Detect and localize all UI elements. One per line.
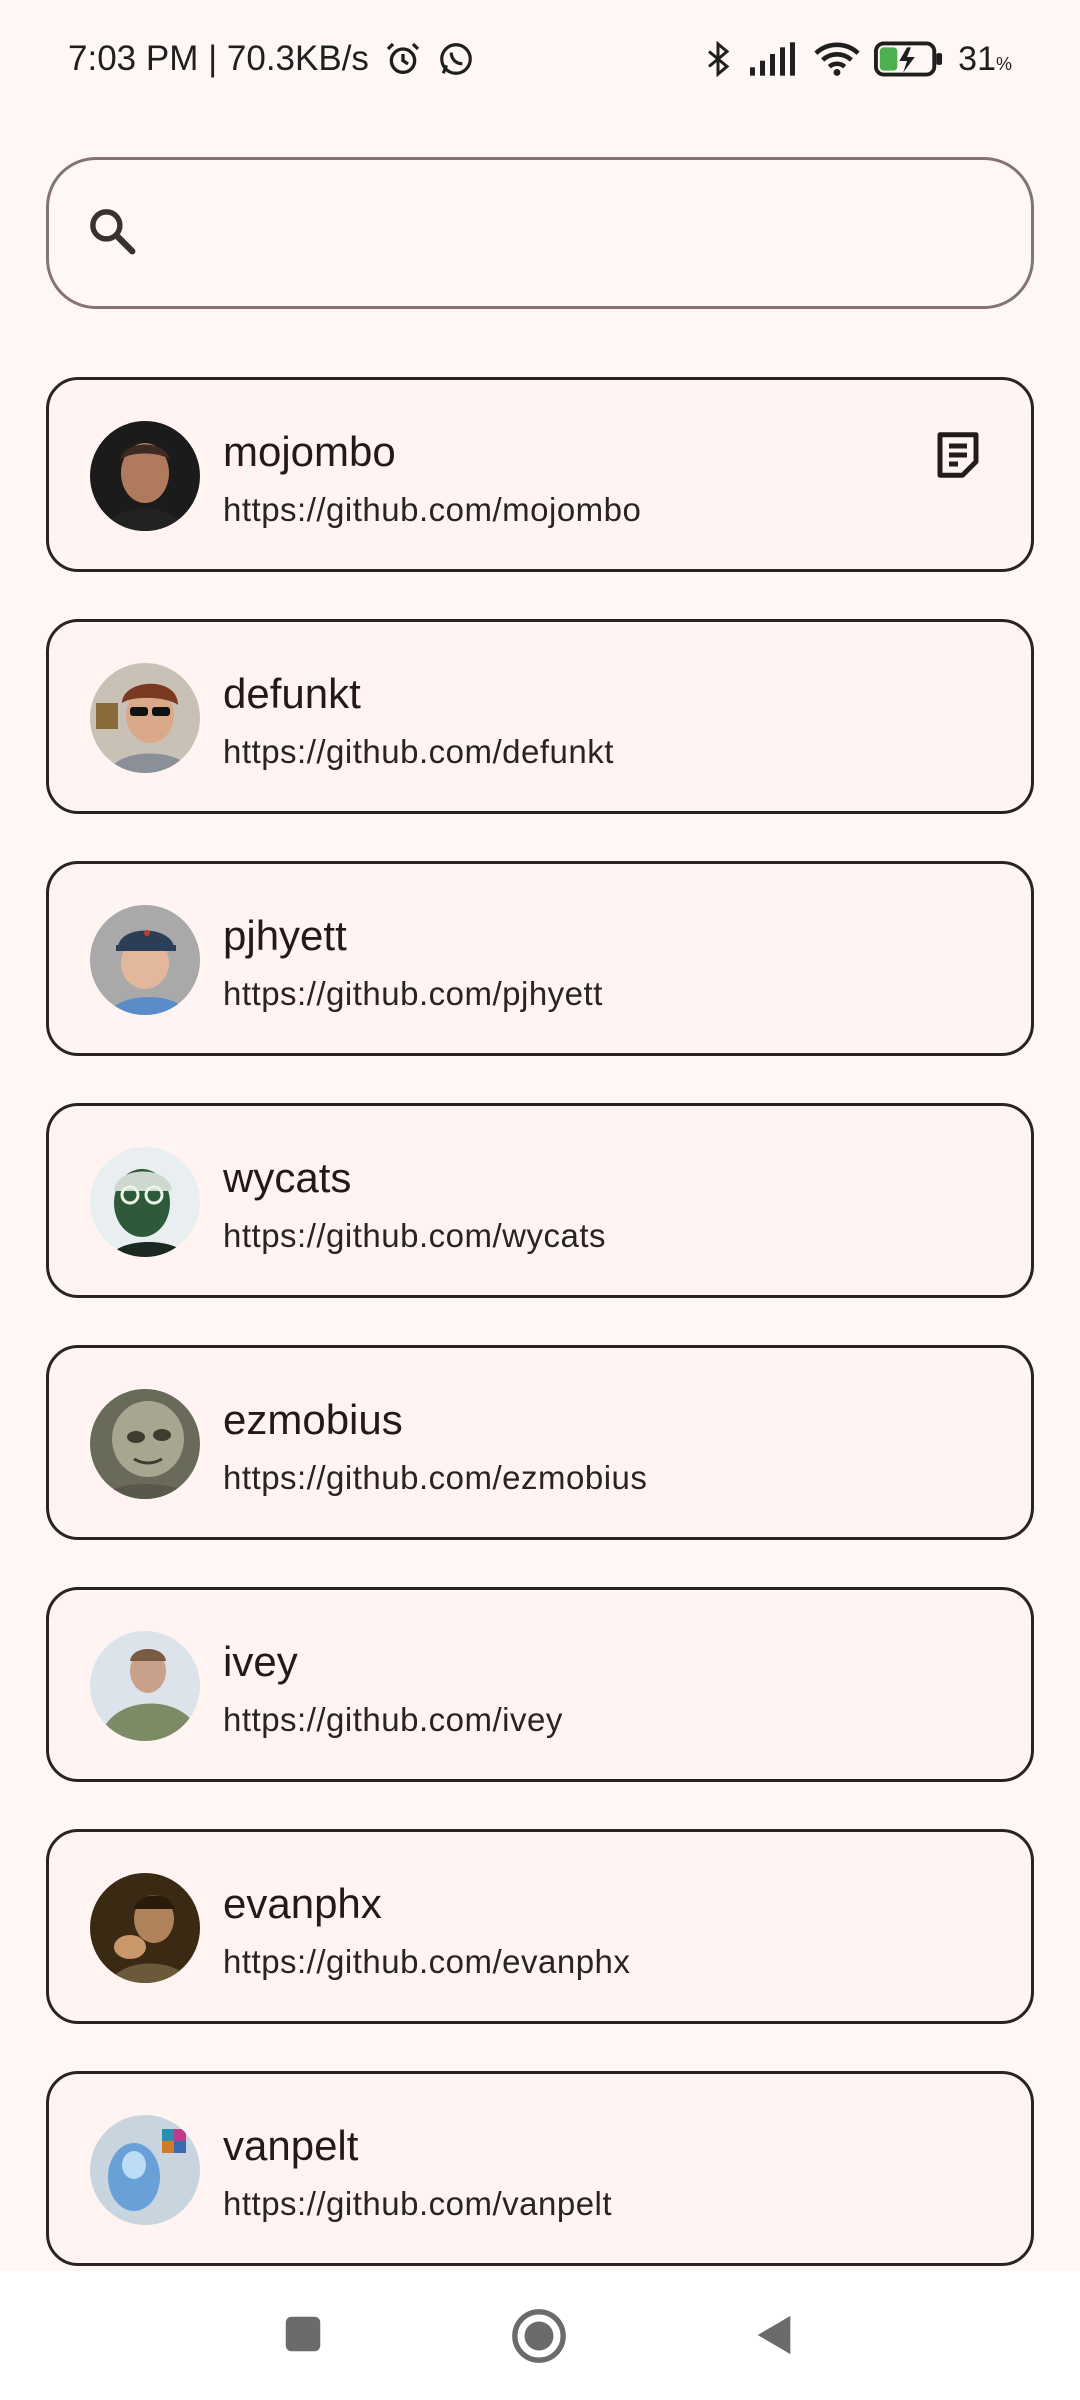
status-left: 7:03 PM | 70.3KB/s [68,39,475,79]
user-name: ezmobius [223,1396,403,1443]
user-card-ezmobius[interactable]: ezmobius https://github.com/ezmobius [46,1345,1034,1540]
battery-icon [874,41,944,77]
avatar [90,421,200,531]
user-url: https://github.com/wycats [223,1217,606,1254]
user-card-mojombo[interactable]: mojombo https://github.com/mojombo [46,377,1034,572]
note-icon[interactable] [931,428,985,487]
signal-icon [750,42,800,76]
navigation-bar [0,2271,1080,2400]
user-name: pjhyett [223,912,347,959]
user-url: https://github.com/evanphx [223,1943,631,1980]
wifi-icon [814,41,860,77]
search-input[interactable] [167,211,971,255]
avatar [90,1631,200,1741]
user-name: defunkt [223,670,361,717]
status-right: 31% [700,39,1012,79]
user-card-pjhyett[interactable]: pjhyett https://github.com/pjhyett [46,861,1034,1056]
status-time-speed: 7:03 PM | 70.3KB/s [68,39,369,78]
recents-button[interactable] [280,2311,326,2362]
triangle-back-icon [757,2315,791,2355]
user-url: https://github.com/defunkt [223,733,614,770]
avatar [90,1873,200,1983]
home-button[interactable] [510,2307,568,2370]
user-name: mojombo [223,428,396,475]
battery-percentage: 31% [958,39,1012,78]
user-url: https://github.com/pjhyett [223,975,603,1012]
user-name: wycats [223,1154,352,1201]
user-name: ivey [223,1638,298,1685]
user-card-defunkt[interactable]: defunkt https://github.com/defunkt [46,619,1034,814]
status-bar: 7:03 PM | 70.3KB/s 31% [0,0,1080,118]
user-name: vanpelt [223,2122,359,2169]
avatar [90,905,200,1015]
user-name: evanphx [223,1880,382,1927]
avatar [90,1147,200,1257]
whatsapp-icon [437,40,475,78]
back-button[interactable] [752,2311,798,2364]
user-card-ivey[interactable]: ivey https://github.com/ivey [46,1587,1034,1782]
avatar [90,1389,200,1499]
circle-icon [512,2309,566,2363]
user-url: https://github.com/mojombo [223,491,642,528]
search-bar[interactable] [46,157,1034,309]
user-card-wycats[interactable]: wycats https://github.com/wycats [46,1103,1034,1298]
user-url: https://github.com/ivey [223,1701,563,1738]
square-icon [285,2316,321,2352]
user-url: https://github.com/vanpelt [223,2185,613,2222]
search-icon [85,204,139,263]
avatar [90,663,200,773]
alarm-icon [383,39,423,79]
user-card-vanpelt[interactable]: vanpelt https://github.com/vanpelt [46,2071,1034,2266]
user-url: https://github.com/ezmobius [223,1459,648,1496]
user-list: mojombo https://github.com/mojombo defun… [46,377,1034,2313]
avatar [90,2115,200,2225]
user-card-evanphx[interactable]: evanphx https://github.com/evanphx [46,1829,1034,2024]
bluetooth-icon [700,39,736,79]
